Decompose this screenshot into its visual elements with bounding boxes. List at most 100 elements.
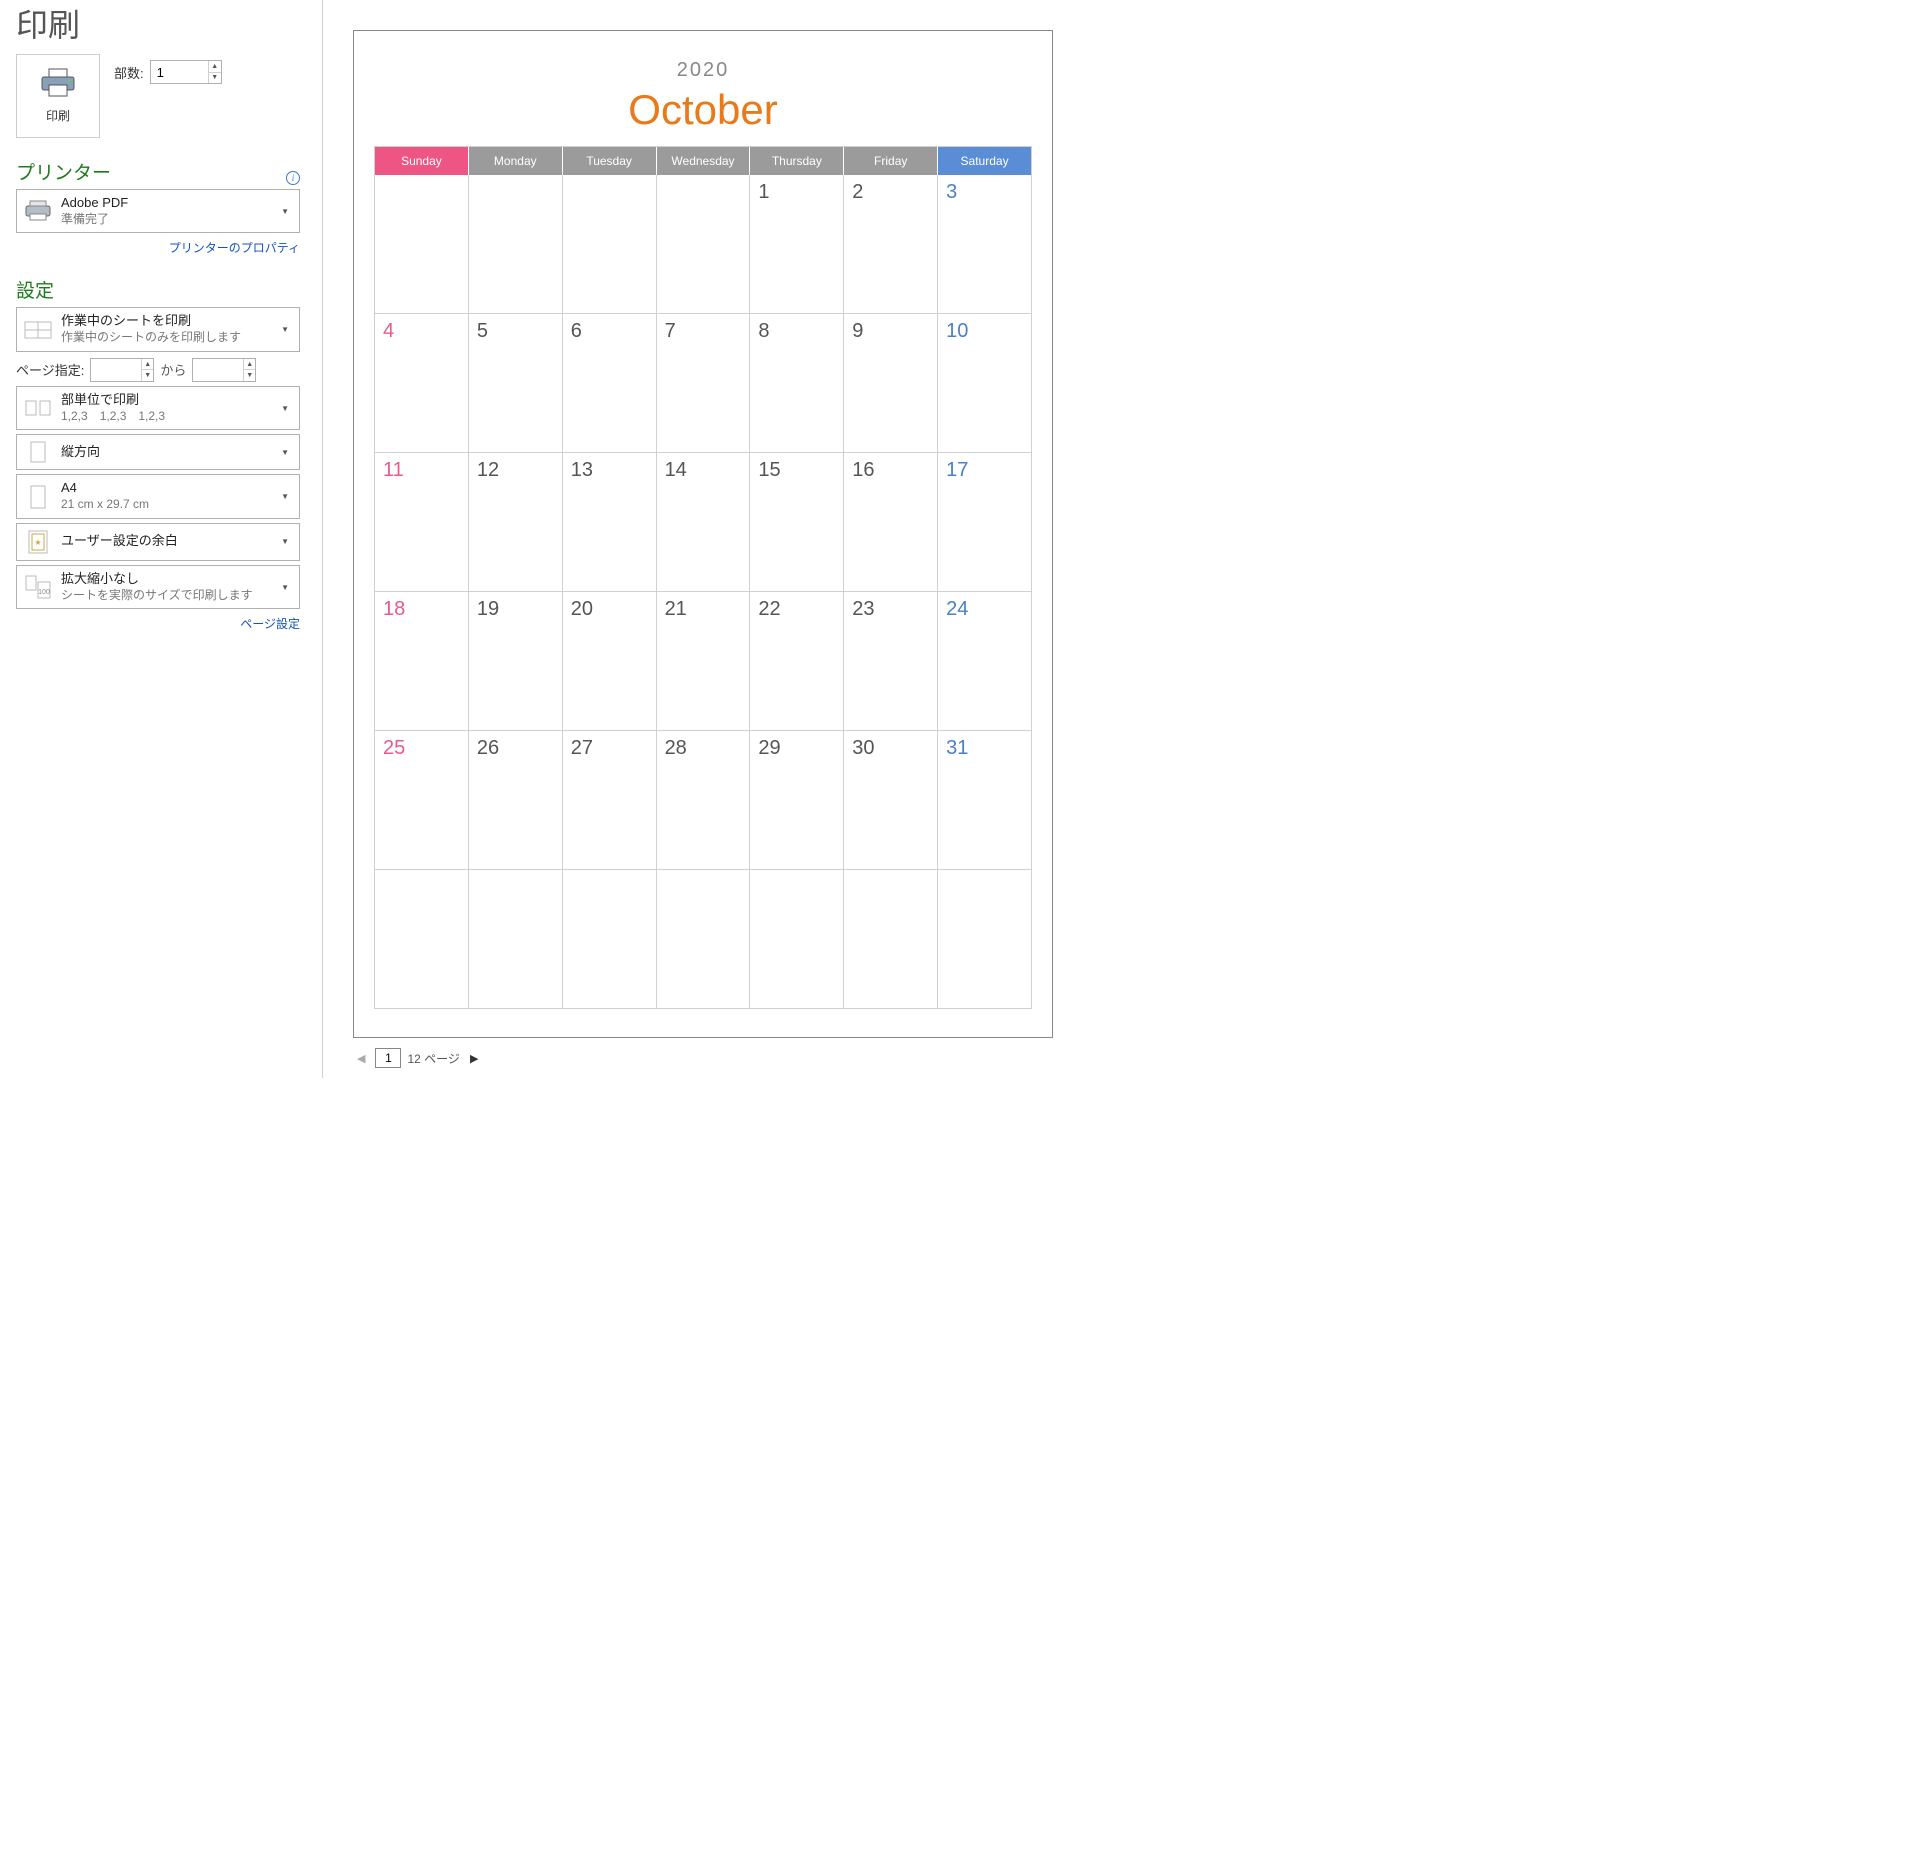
calendar-day-cell xyxy=(375,870,469,1009)
spinner-down-icon[interactable]: ▼ xyxy=(142,370,153,381)
print-what-dropdown[interactable]: 作業中のシートを印刷 作業中のシートのみを印刷します ▼ xyxy=(16,307,300,351)
printer-device-icon xyxy=(23,200,53,222)
calendar-day-cell: 15 xyxy=(750,453,844,592)
calendar-day-cell: 26 xyxy=(469,731,563,870)
spinner-up-icon[interactable]: ▲ xyxy=(244,359,255,371)
paper-icon xyxy=(23,484,53,510)
calendar-weekday-header: Thursday xyxy=(750,147,844,175)
calendar-day-cell: 18 xyxy=(375,592,469,731)
scaling-dropdown[interactable]: 100 拡大縮小なし シートを実際のサイズで印刷します ▼ xyxy=(16,565,300,609)
info-icon[interactable]: i xyxy=(286,171,300,185)
printer-dropdown[interactable]: Adobe PDF 準備完了 ▼ xyxy=(16,189,300,233)
pager: ◀ 12 ページ ▶ xyxy=(353,1048,1100,1068)
calendar-day-cell: 17 xyxy=(938,453,1032,592)
calendar-day-cell: 19 xyxy=(469,592,563,731)
paper-dropdown[interactable]: A4 21 cm x 29.7 cm ▼ xyxy=(16,474,300,518)
copies-spinner[interactable]: ▲ ▼ xyxy=(150,60,222,84)
page-range-label: ページ指定: xyxy=(16,360,84,379)
chevron-down-icon: ▼ xyxy=(277,404,293,413)
page-setup-link[interactable]: ページ設定 xyxy=(16,615,300,632)
paper-main: A4 xyxy=(61,480,269,497)
chevron-down-icon: ▼ xyxy=(277,583,293,592)
calendar-day-cell xyxy=(750,870,844,1009)
margins-dropdown[interactable]: ★ ユーザー設定の余白 ▼ xyxy=(16,523,300,561)
page-from-input[interactable] xyxy=(91,359,141,381)
collation-icon xyxy=(23,397,53,419)
scaling-sub: シートを実際のサイズで印刷します xyxy=(61,588,269,604)
calendar-day-cell: 3 xyxy=(938,175,1032,314)
calendar-day-cell: 9 xyxy=(844,314,938,453)
calendar-weekday-header: Wednesday xyxy=(657,147,751,175)
orientation-main: 縦方向 xyxy=(61,444,269,461)
page-from-spinner[interactable]: ▲▼ xyxy=(90,358,154,382)
calendar-day-cell xyxy=(375,175,469,314)
pager-total: 12 ページ xyxy=(407,1050,459,1067)
calendar-year: 2020 xyxy=(374,59,1032,82)
calendar-day-cell xyxy=(657,870,751,1009)
calendar-day-cell: 10 xyxy=(938,314,1032,453)
print-button-label: 印刷 xyxy=(46,107,70,124)
printer-status: 準備完了 xyxy=(61,212,269,228)
page-to-input[interactable] xyxy=(193,359,243,381)
calendar-day-cell: 20 xyxy=(563,592,657,731)
calendar-day-cell: 23 xyxy=(844,592,938,731)
printer-name: Adobe PDF xyxy=(61,195,269,212)
chevron-down-icon: ▼ xyxy=(277,448,293,457)
calendar-day-cell: 14 xyxy=(657,453,751,592)
collation-main: 部単位で印刷 xyxy=(61,392,269,409)
calendar-day-cell xyxy=(469,870,563,1009)
chevron-down-icon: ▼ xyxy=(277,325,293,334)
paper-sub: 21 cm x 29.7 cm xyxy=(61,497,269,513)
calendar-day-cell: 2 xyxy=(844,175,938,314)
calendar-day-cell: 1 xyxy=(750,175,844,314)
calendar-day-cell: 6 xyxy=(563,314,657,453)
margins-main: ユーザー設定の余白 xyxy=(61,533,269,550)
pager-prev-icon[interactable]: ◀ xyxy=(353,1052,369,1065)
collation-dropdown[interactable]: 部単位で印刷 1,2,3 1,2,3 1,2,3 ▼ xyxy=(16,386,300,430)
printer-properties-link[interactable]: プリンターのプロパティ xyxy=(16,239,300,256)
chevron-down-icon: ▼ xyxy=(277,537,293,546)
calendar-day-cell: 31 xyxy=(938,731,1032,870)
collation-sub: 1,2,3 1,2,3 1,2,3 xyxy=(61,409,269,425)
calendar-day-cell: 27 xyxy=(563,731,657,870)
page-title: 印刷 xyxy=(16,0,300,46)
page-to-spinner[interactable]: ▲▼ xyxy=(192,358,256,382)
spinner-down-icon[interactable]: ▼ xyxy=(209,73,221,84)
calendar-weekday-header: Friday xyxy=(844,147,938,175)
calendar-day-cell: 25 xyxy=(375,731,469,870)
portrait-icon xyxy=(23,440,53,464)
pager-current-input[interactable] xyxy=(375,1048,401,1068)
printer-icon xyxy=(40,68,76,101)
calendar-day-cell: 8 xyxy=(750,314,844,453)
pager-next-icon[interactable]: ▶ xyxy=(466,1052,482,1065)
calendar-day-cell: 22 xyxy=(750,592,844,731)
sheets-icon xyxy=(23,319,53,341)
calendar-day-cell: 29 xyxy=(750,731,844,870)
spinner-down-icon[interactable]: ▼ xyxy=(244,370,255,381)
calendar-day-cell: 30 xyxy=(844,731,938,870)
scaling-main: 拡大縮小なし xyxy=(61,571,269,588)
spinner-up-icon[interactable]: ▲ xyxy=(142,359,153,371)
chevron-down-icon: ▼ xyxy=(277,207,293,216)
calendar-day-cell: 4 xyxy=(375,314,469,453)
print-what-sub: 作業中のシートのみを印刷します xyxy=(61,330,269,346)
svg-text:★: ★ xyxy=(34,538,41,547)
orientation-dropdown[interactable]: 縦方向 ▼ xyxy=(16,434,300,470)
calendar-month: October xyxy=(374,86,1032,134)
copies-label: 部数: xyxy=(114,63,144,82)
copies-input[interactable] xyxy=(151,61,208,83)
svg-text:100: 100 xyxy=(38,589,50,596)
spinner-up-icon[interactable]: ▲ xyxy=(209,61,221,73)
calendar-day-cell: 13 xyxy=(563,453,657,592)
printer-section-title: プリンター xyxy=(16,158,111,185)
calendar-day-cell: 7 xyxy=(657,314,751,453)
calendar-grid: SundayMondayTuesdayWednesdayThursdayFrid… xyxy=(374,146,1032,1009)
calendar-weekday-header: Saturday xyxy=(938,147,1032,175)
calendar-day-cell: 16 xyxy=(844,453,938,592)
margins-icon: ★ xyxy=(23,529,53,555)
print-button[interactable]: 印刷 xyxy=(16,54,100,138)
calendar-day-cell xyxy=(563,870,657,1009)
print-preview-page: 2020 October SundayMondayTuesdayWednesda… xyxy=(353,30,1053,1038)
page-range-sep: から xyxy=(160,360,186,379)
calendar-day-cell xyxy=(657,175,751,314)
